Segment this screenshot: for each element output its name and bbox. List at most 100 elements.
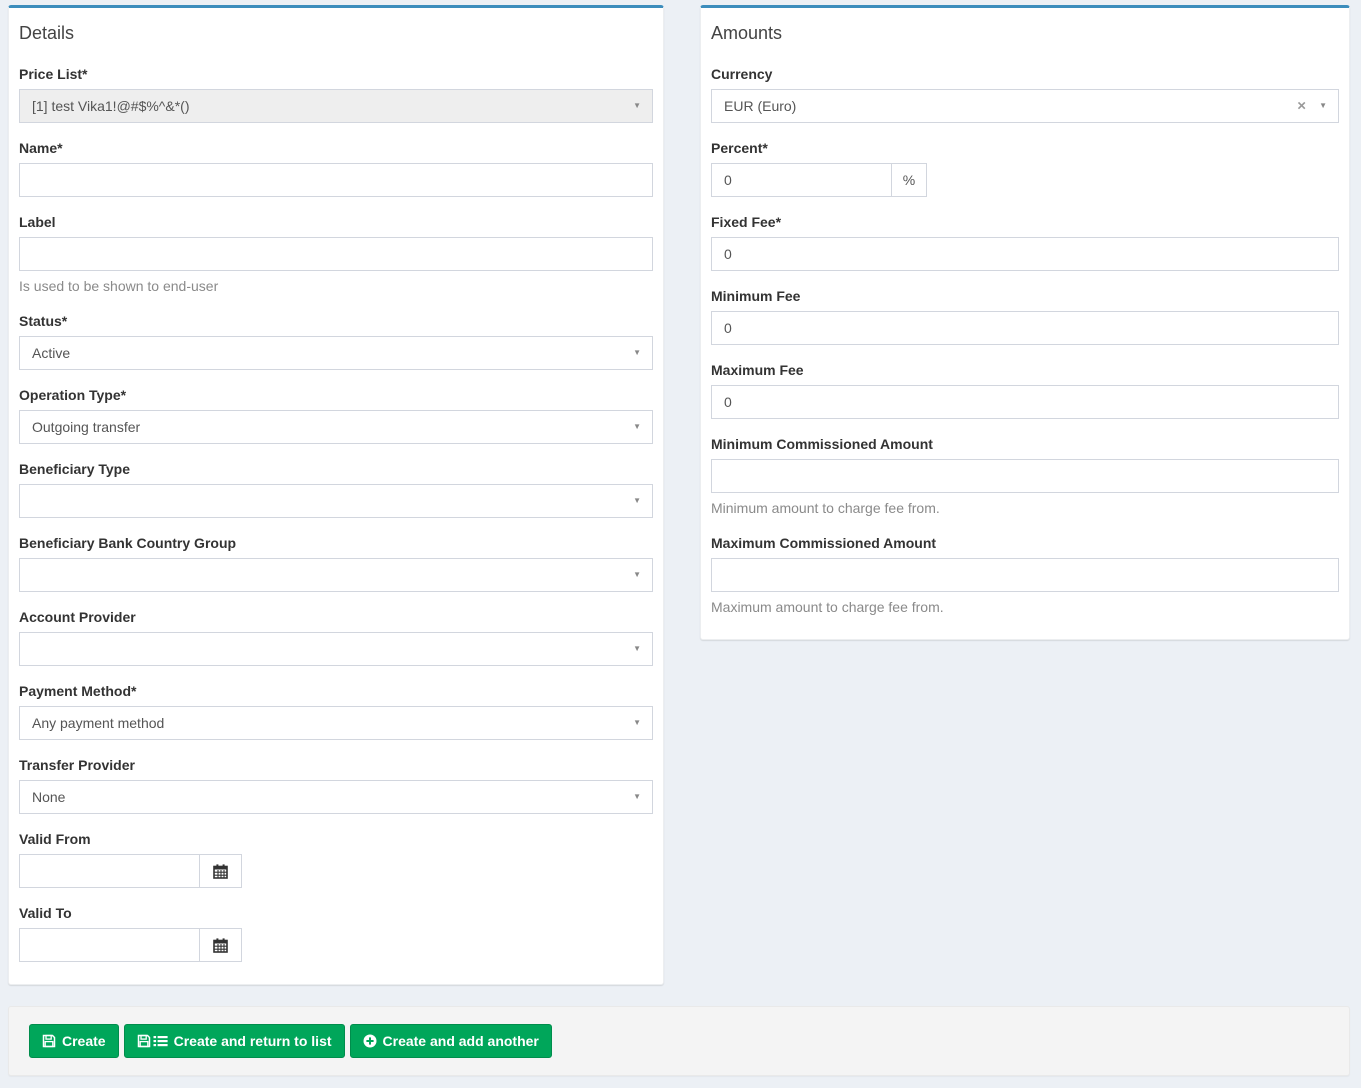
amounts-panel-title: Amounts bbox=[711, 23, 782, 43]
amounts-panel-body: Currency EUR (Euro) × ▼ Percent* % Fi bbox=[701, 52, 1349, 639]
label-input[interactable] bbox=[19, 237, 653, 271]
percent-label: Percent* bbox=[711, 138, 1339, 158]
valid-from-label: Valid From bbox=[19, 829, 653, 849]
account-provider-select[interactable]: ▼ bbox=[19, 632, 653, 666]
name-label: Name* bbox=[19, 138, 653, 158]
label-label: Label bbox=[19, 212, 653, 232]
beneficiary-type-group: Beneficiary Type ▼ bbox=[19, 459, 653, 518]
create-button-label: Create bbox=[62, 1031, 106, 1051]
fixed-fee-input[interactable] bbox=[711, 237, 1339, 271]
operation-type-label: Operation Type* bbox=[19, 385, 653, 405]
payment-method-group: Payment Method* Any payment method ▼ bbox=[19, 681, 653, 740]
valid-from-input-group bbox=[19, 854, 653, 888]
amounts-panel-header: Amounts bbox=[701, 8, 1349, 52]
list-icon bbox=[153, 1034, 168, 1048]
transfer-provider-select-value: None bbox=[32, 789, 65, 805]
price-list-label: Price List* bbox=[19, 64, 653, 84]
chevron-down-icon: ▼ bbox=[633, 423, 641, 431]
maximum-commissioned-amount-help-text: Maximum amount to charge fee from. bbox=[711, 597, 1339, 617]
maximum-commissioned-amount-label: Maximum Commissioned Amount bbox=[711, 533, 1339, 553]
percent-input[interactable] bbox=[711, 163, 892, 197]
currency-group: Currency EUR (Euro) × ▼ bbox=[711, 64, 1339, 123]
clear-icon[interactable]: × bbox=[1297, 99, 1306, 114]
form-actions-bar: Create Create and return to list bbox=[8, 1006, 1350, 1076]
minimum-commissioned-amount-group: Minimum Commissioned Amount Minimum amou… bbox=[711, 434, 1339, 518]
minimum-commissioned-amount-input[interactable] bbox=[711, 459, 1339, 493]
currency-select[interactable]: EUR (Euro) × ▼ bbox=[711, 89, 1339, 123]
status-select[interactable]: Active ▼ bbox=[19, 336, 653, 370]
valid-to-datepicker-button[interactable] bbox=[200, 928, 242, 962]
details-panel: Details Price List* [1] test Vika1!@#$%^… bbox=[8, 5, 664, 985]
form-columns: Details Price List* [1] test Vika1!@#$%^… bbox=[8, 5, 1350, 985]
chevron-down-icon: ▼ bbox=[633, 102, 641, 110]
calendar-icon bbox=[213, 938, 228, 953]
chevron-down-icon: ▼ bbox=[633, 645, 641, 653]
transfer-provider-label: Transfer Provider bbox=[19, 755, 653, 775]
valid-from-input[interactable] bbox=[19, 854, 200, 888]
valid-to-label: Valid To bbox=[19, 903, 653, 923]
create-and-add-another-button-label: Create and add another bbox=[383, 1031, 539, 1051]
maximum-fee-label: Maximum Fee bbox=[711, 360, 1339, 380]
details-panel-body: Price List* [1] test Vika1!@#$%^&*() ▼ N… bbox=[9, 52, 663, 984]
chevron-down-icon: ▼ bbox=[633, 349, 641, 357]
price-list-select-value: [1] test Vika1!@#$%^&*() bbox=[32, 98, 189, 114]
fixed-fee-label: Fixed Fee* bbox=[711, 212, 1339, 232]
percent-group: Percent* % bbox=[711, 138, 1339, 197]
fixed-fee-group: Fixed Fee* bbox=[711, 212, 1339, 271]
valid-to-group: Valid To bbox=[19, 903, 653, 962]
label-help-text: Is used to be shown to end-user bbox=[19, 276, 653, 296]
payment-method-select-value: Any payment method bbox=[32, 715, 164, 731]
chevron-down-icon: ▼ bbox=[1319, 102, 1327, 110]
create-and-return-button[interactable]: Create and return to list bbox=[124, 1024, 345, 1058]
status-label: Status* bbox=[19, 311, 653, 331]
save-icon bbox=[137, 1034, 151, 1048]
chevron-down-icon: ▼ bbox=[633, 497, 641, 505]
maximum-fee-input[interactable] bbox=[711, 385, 1339, 419]
beneficiary-bank-country-group-select[interactable]: ▼ bbox=[19, 558, 653, 592]
minimum-commissioned-amount-help-text: Minimum amount to charge fee from. bbox=[711, 498, 1339, 518]
payment-method-select[interactable]: Any payment method ▼ bbox=[19, 706, 653, 740]
beneficiary-bank-country-group-label: Beneficiary Bank Country Group bbox=[19, 533, 653, 553]
details-panel-title: Details bbox=[19, 23, 74, 43]
maximum-fee-group: Maximum Fee bbox=[711, 360, 1339, 419]
transfer-provider-group: Transfer Provider None ▼ bbox=[19, 755, 653, 814]
maximum-commissioned-amount-group: Maximum Commissioned Amount Maximum amou… bbox=[711, 533, 1339, 617]
maximum-commissioned-amount-input[interactable] bbox=[711, 558, 1339, 592]
operation-type-select-value: Outgoing transfer bbox=[32, 419, 140, 435]
create-button[interactable]: Create bbox=[29, 1024, 119, 1058]
chevron-down-icon: ▼ bbox=[633, 793, 641, 801]
minimum-fee-label: Minimum Fee bbox=[711, 286, 1339, 306]
status-select-value: Active bbox=[32, 345, 70, 361]
payment-method-label: Payment Method* bbox=[19, 681, 653, 701]
operation-type-group: Operation Type* Outgoing transfer ▼ bbox=[19, 385, 653, 444]
valid-to-input-group bbox=[19, 928, 653, 962]
operation-type-select[interactable]: Outgoing transfer ▼ bbox=[19, 410, 653, 444]
chevron-down-icon: ▼ bbox=[633, 719, 641, 727]
valid-to-input[interactable] bbox=[19, 928, 200, 962]
name-group: Name* bbox=[19, 138, 653, 197]
create-and-add-another-button[interactable]: Create and add another bbox=[350, 1024, 552, 1058]
beneficiary-type-label: Beneficiary Type bbox=[19, 459, 653, 479]
name-input[interactable] bbox=[19, 163, 653, 197]
amounts-column: Amounts Currency EUR (Euro) × ▼ Percent*… bbox=[700, 5, 1350, 640]
price-list-group: Price List* [1] test Vika1!@#$%^&*() ▼ bbox=[19, 64, 653, 123]
percent-input-group: % bbox=[711, 163, 1339, 197]
transfer-provider-select[interactable]: None ▼ bbox=[19, 780, 653, 814]
valid-from-group: Valid From bbox=[19, 829, 653, 888]
account-provider-label: Account Provider bbox=[19, 607, 653, 627]
minimum-fee-input[interactable] bbox=[711, 311, 1339, 345]
details-column: Details Price List* [1] test Vika1!@#$%^… bbox=[8, 5, 664, 985]
price-list-select: [1] test Vika1!@#$%^&*() ▼ bbox=[19, 89, 653, 123]
calendar-icon bbox=[213, 864, 228, 879]
amounts-panel: Amounts Currency EUR (Euro) × ▼ Percent*… bbox=[700, 5, 1350, 640]
status-group: Status* Active ▼ bbox=[19, 311, 653, 370]
create-and-return-button-label: Create and return to list bbox=[174, 1031, 332, 1051]
minimum-commissioned-amount-label: Minimum Commissioned Amount bbox=[711, 434, 1339, 454]
currency-label: Currency bbox=[711, 64, 1339, 84]
minimum-fee-group: Minimum Fee bbox=[711, 286, 1339, 345]
beneficiary-bank-country-group-group: Beneficiary Bank Country Group ▼ bbox=[19, 533, 653, 592]
beneficiary-type-select[interactable]: ▼ bbox=[19, 484, 653, 518]
label-group: Label Is used to be shown to end-user bbox=[19, 212, 653, 296]
currency-select-value: EUR (Euro) bbox=[724, 98, 796, 114]
valid-from-datepicker-button[interactable] bbox=[200, 854, 242, 888]
